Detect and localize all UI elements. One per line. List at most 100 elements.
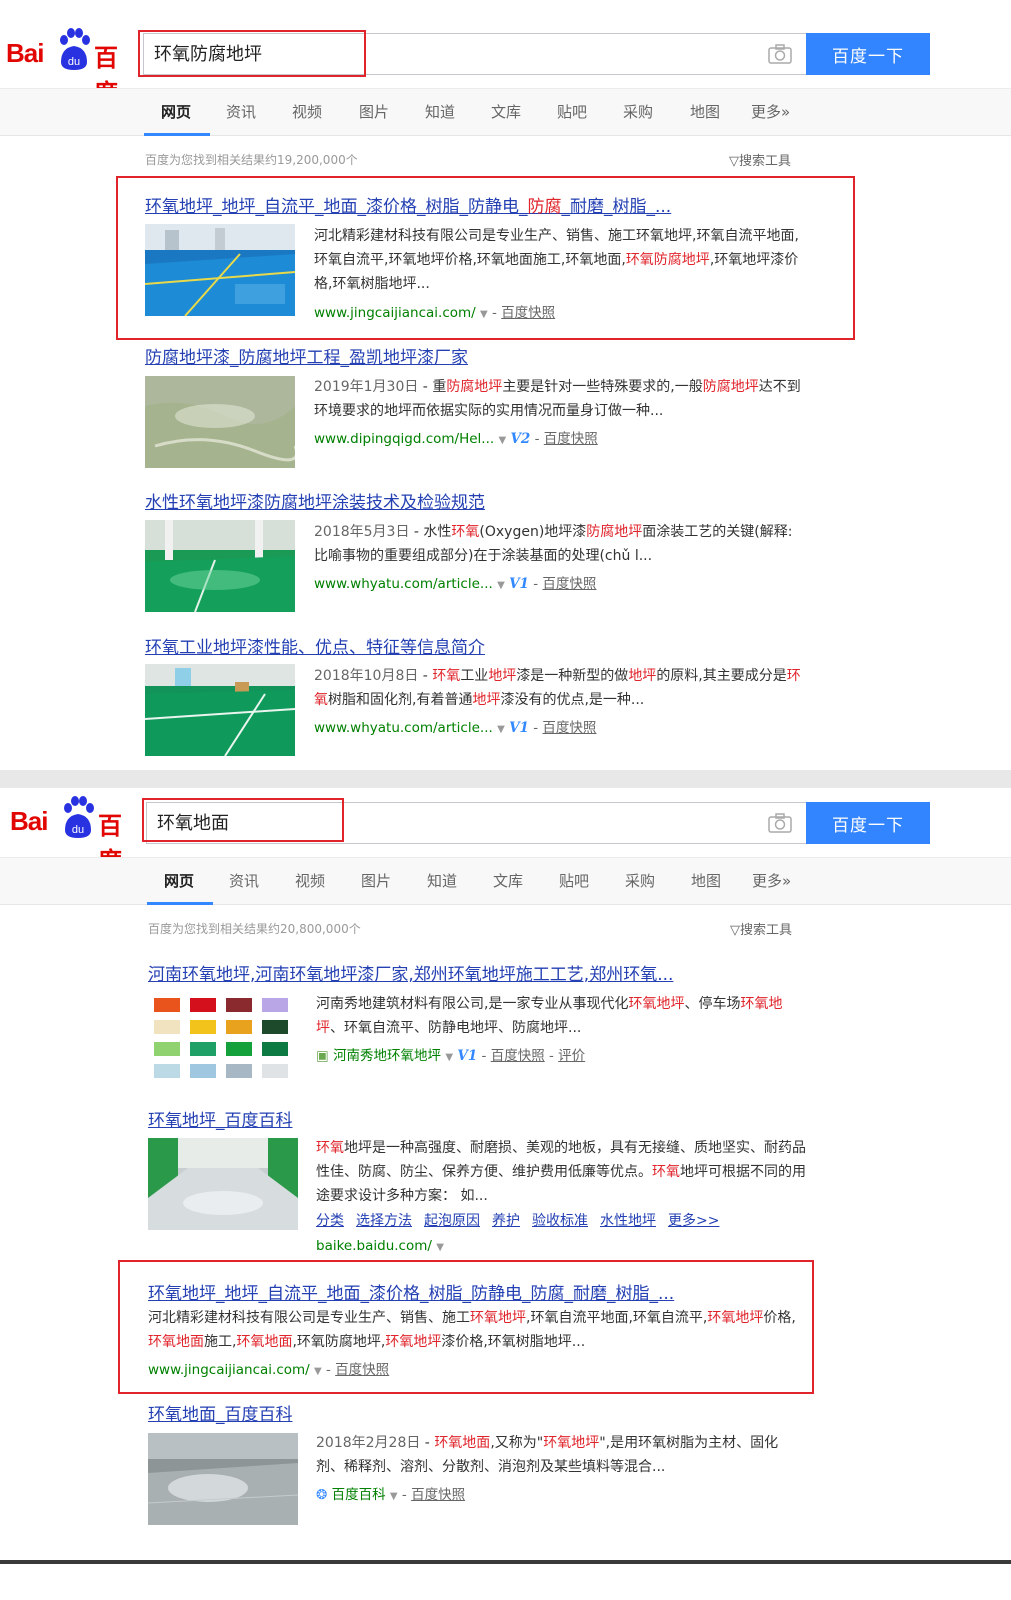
dropdown-arrow-icon[interactable]: ▼ bbox=[314, 1366, 322, 1377]
result-title[interactable]: 环氧工业地坪漆性能、优点、特征等信息简介 bbox=[145, 633, 485, 658]
dropdown-arrow-icon[interactable]: ▼ bbox=[445, 1052, 453, 1063]
dropdown-arrow-icon[interactable]: ▼ bbox=[390, 1491, 398, 1502]
filter-icon: ▽ bbox=[729, 154, 739, 169]
tab-more[interactable]: 更多» bbox=[752, 870, 791, 891]
tab-web[interactable]: 网页 bbox=[164, 870, 194, 891]
baike-icon: ❂ bbox=[316, 1487, 328, 1503]
result-abstract: 2019年1月30日 - 重防腐地坪主要是针对一些特殊要求的,一般防腐地坪达不到… bbox=[314, 379, 801, 419]
result-url[interactable]: baike.baidu.com/ bbox=[316, 1238, 432, 1254]
tab-map[interactable]: 地图 bbox=[691, 870, 721, 891]
tab-tieba[interactable]: 贴吧 bbox=[557, 101, 587, 122]
result-title[interactable]: 水性环氧地坪漆防腐地坪涂装技术及检验规范 bbox=[145, 488, 485, 513]
tab-news[interactable]: 资讯 bbox=[226, 101, 256, 122]
dropdown-arrow-icon[interactable]: ▼ bbox=[497, 580, 505, 591]
result-url[interactable]: www.jingcaijiancai.com/ bbox=[148, 1362, 310, 1378]
logo-text-bai: Bai bbox=[6, 38, 44, 68]
result-thumbnail[interactable] bbox=[145, 224, 295, 316]
result-abstract: 2018年2月28日 - 环氧地面,又称为"环氧地坪",是用环氧树脂为主材、固化… bbox=[316, 1435, 779, 1475]
highlight-box-query bbox=[142, 798, 344, 842]
dropdown-arrow-icon[interactable]: ▼ bbox=[436, 1242, 444, 1253]
sublink[interactable]: 验收标准 bbox=[532, 1213, 588, 1229]
result-abstract: 河北精彩建材科技有限公司是专业生产、销售、施工环氧地坪,环氧自流平地面,环氧自流… bbox=[314, 228, 799, 292]
sublink[interactable]: 养护 bbox=[492, 1213, 520, 1229]
v-badge[interactable]: V1 bbox=[509, 576, 529, 592]
result-title[interactable]: 环氧地面_百度百科 bbox=[148, 1400, 293, 1425]
result-thumbnail[interactable] bbox=[145, 376, 295, 468]
search-panel-2: Bai du 百度 百度一下 网页 资讯 视频 图片 知道 文库 贴吧 采购 地… bbox=[0, 788, 1011, 1558]
logo-text-du: du bbox=[72, 824, 84, 836]
v-badge[interactable]: V2 bbox=[510, 431, 530, 447]
result-thumbnail[interactable] bbox=[148, 1138, 298, 1230]
tab-web[interactable]: 网页 bbox=[161, 101, 191, 122]
search-button[interactable]: 百度一下 bbox=[806, 33, 930, 75]
tab-images[interactable]: 图片 bbox=[359, 101, 389, 122]
tab-caigou[interactable]: 采购 bbox=[623, 101, 653, 122]
tab-video[interactable]: 视频 bbox=[295, 870, 325, 891]
sublink[interactable]: 水性地坪 bbox=[600, 1213, 656, 1229]
tab-wenku[interactable]: 文库 bbox=[493, 870, 523, 891]
baidu-logo[interactable]: Bai du 百度 bbox=[6, 28, 136, 107]
sublink[interactable]: 选择方法 bbox=[356, 1213, 412, 1229]
result-site-name[interactable]: 河南秀地环氧地坪 bbox=[333, 1048, 441, 1064]
result-url-line: www.whyatu.com/article... ▼ V1 - 百度快照 bbox=[314, 576, 597, 592]
search-tools[interactable]: ▽搜索工具 bbox=[730, 919, 792, 938]
result-title[interactable]: 环氧地坪_百度百科 bbox=[148, 1106, 293, 1131]
active-tab-underline bbox=[144, 133, 210, 136]
result-thumbnail[interactable] bbox=[145, 664, 295, 756]
result-url[interactable]: www.jingcaijiancai.com/ bbox=[314, 305, 476, 321]
tab-video[interactable]: 视频 bbox=[292, 101, 322, 122]
result-url[interactable]: www.whyatu.com/article... bbox=[314, 576, 493, 592]
tab-caigou[interactable]: 采购 bbox=[625, 870, 655, 891]
result-abstract: 环氧地坪是一种高强度、耐磨损、美观的地板，具有无接缝、质地坚实、耐药品性佳、防腐… bbox=[316, 1140, 806, 1204]
sublink-more[interactable]: 更多>> bbox=[668, 1213, 719, 1229]
kuaizhao-link[interactable]: 百度快照 bbox=[542, 576, 596, 592]
paw-icon: du bbox=[60, 28, 90, 70]
tab-zhidao[interactable]: 知道 bbox=[427, 870, 457, 891]
dropdown-arrow-icon[interactable]: ▼ bbox=[480, 309, 488, 320]
result-stats: 百度为您找到相关结果约20,800,000个 bbox=[148, 922, 361, 936]
dropdown-arrow-icon[interactable]: ▼ bbox=[497, 724, 505, 735]
panel-separator bbox=[0, 770, 1011, 788]
result-thumbnail[interactable] bbox=[145, 520, 295, 612]
tab-zhidao[interactable]: 知道 bbox=[425, 101, 455, 122]
sublink[interactable]: 起泡原因 bbox=[424, 1213, 480, 1229]
pingjia-link[interactable]: 评价 bbox=[558, 1048, 585, 1064]
result-abstract: 河北精彩建材科技有限公司是专业生产、销售、施工环氧地坪,环氧自流平地面,环氧自流… bbox=[148, 1310, 796, 1350]
result-date: 2018年10月8日 bbox=[314, 668, 419, 684]
tab-tieba[interactable]: 贴吧 bbox=[559, 870, 589, 891]
v-badge[interactable]: V1 bbox=[457, 1048, 477, 1064]
result-thumbnail[interactable] bbox=[148, 1433, 298, 1525]
search-tools-label: 搜索工具 bbox=[739, 154, 792, 169]
dropdown-arrow-icon[interactable]: ▼ bbox=[498, 435, 506, 446]
result-site-name[interactable]: 百度百科 bbox=[332, 1487, 386, 1503]
camera-icon[interactable] bbox=[768, 813, 792, 833]
kuaizhao-link[interactable]: 百度快照 bbox=[544, 431, 598, 447]
result-title[interactable]: 环氧地坪_地坪_自流平_地面_漆价格_树脂_防静电_防腐_耐磨_树脂_... bbox=[148, 1279, 674, 1304]
v-badge[interactable]: V1 bbox=[509, 720, 529, 736]
result-url[interactable]: www.dipingqigd.com/Hel... bbox=[314, 431, 494, 447]
result-title[interactable]: 环氧地坪_地坪_自流平_地面_漆价格_树脂_防静电_防腐_耐磨_树脂_... bbox=[145, 192, 671, 217]
result-thumbnail[interactable] bbox=[148, 994, 298, 1086]
paw-icon: du bbox=[64, 796, 94, 838]
search-tools[interactable]: ▽搜索工具 bbox=[729, 150, 791, 169]
kuaizhao-link[interactable]: 百度快照 bbox=[542, 720, 596, 736]
kuaizhao-link[interactable]: 百度快照 bbox=[491, 1048, 545, 1064]
result-url-line: www.whyatu.com/article... ▼ V1 - 百度快照 bbox=[314, 720, 597, 736]
tab-news[interactable]: 资讯 bbox=[229, 870, 259, 891]
search-button[interactable]: 百度一下 bbox=[806, 802, 930, 844]
highlight-box-query bbox=[138, 30, 366, 77]
tab-wenku[interactable]: 文库 bbox=[491, 101, 521, 122]
kuaizhao-link[interactable]: 百度快照 bbox=[411, 1487, 465, 1503]
result-title[interactable]: 防腐地坪漆_防腐地坪工程_盈凯地坪漆厂家 bbox=[145, 343, 468, 368]
sublink[interactable]: 分类 bbox=[316, 1213, 344, 1229]
kuaizhao-link[interactable]: 百度快照 bbox=[501, 305, 555, 321]
result-title[interactable]: 河南环氧地坪,河南环氧地坪漆厂家,郑州环氧地坪施工工艺,郑州环氧... bbox=[148, 960, 673, 985]
camera-icon[interactable] bbox=[768, 44, 792, 64]
tab-images[interactable]: 图片 bbox=[361, 870, 391, 891]
baidu-logo[interactable]: Bai du 百度 bbox=[10, 796, 140, 875]
filter-icon: ▽ bbox=[730, 923, 740, 938]
kuaizhao-link[interactable]: 百度快照 bbox=[335, 1362, 389, 1378]
tab-map[interactable]: 地图 bbox=[690, 101, 720, 122]
result-url[interactable]: www.whyatu.com/article... bbox=[314, 720, 493, 736]
tab-more[interactable]: 更多» bbox=[751, 101, 790, 122]
